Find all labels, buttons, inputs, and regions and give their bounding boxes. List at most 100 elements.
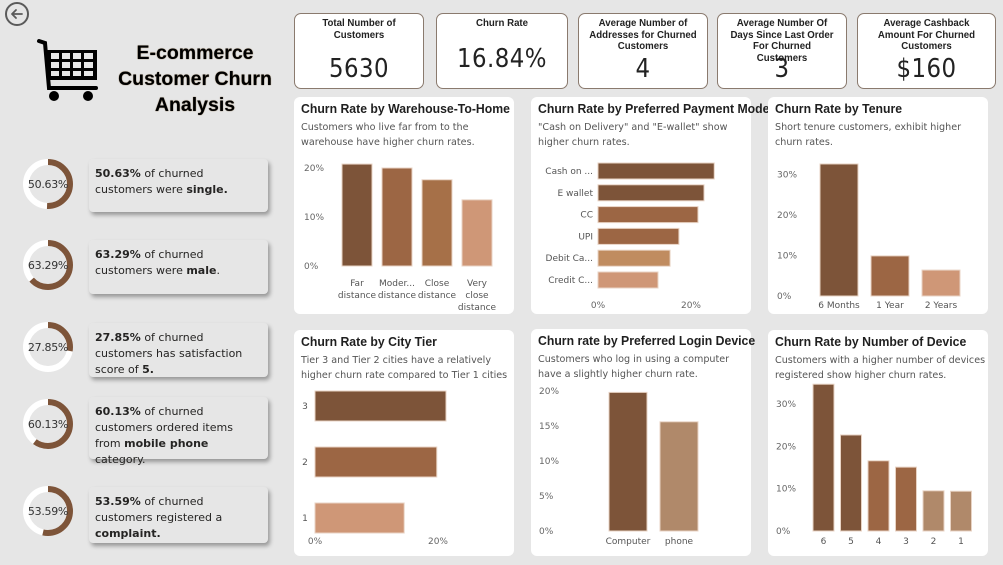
bar[interactable] — [421, 179, 453, 267]
kpi-value: 3 — [774, 54, 790, 84]
y-tick-label: 20% — [776, 442, 796, 452]
panel-citytier: Churn Rate by City Tier Tier 3 and Tier … — [294, 330, 514, 556]
bar[interactable] — [314, 502, 405, 534]
bar[interactable] — [314, 446, 438, 478]
x-category-label: 1 Year — [876, 301, 904, 311]
bar[interactable] — [922, 490, 945, 532]
kpi-label: Total Number of Customers — [322, 17, 396, 41]
x-category-label: phone — [665, 537, 694, 547]
bar[interactable] — [597, 249, 671, 267]
y-tick-label: 0% — [539, 527, 554, 537]
y-tick-label: 20% — [304, 164, 324, 174]
bar[interactable] — [597, 227, 680, 245]
bar[interactable] — [819, 163, 859, 297]
login-chart: 0% 5% 10% 15% 20% Computer phone — [539, 387, 699, 547]
donut-percent-label: 27.85% — [27, 340, 69, 354]
fact-card: 60.13% of churned customers ordered item… — [89, 397, 268, 466]
y-tick-label: 15% — [539, 422, 559, 432]
bar[interactable] — [812, 383, 835, 532]
y-category-label: Debit Ca... — [546, 254, 593, 264]
x-category-label: distance — [458, 303, 497, 313]
bar[interactable] — [314, 390, 447, 422]
fact-card: 50.63% of churned customers were single. — [89, 159, 268, 212]
bar[interactable] — [840, 434, 862, 532]
fact-highlight: complaint. — [95, 527, 161, 540]
devices-chart: 0% 10% 20% 30% 6 5 4 3 2 1 — [776, 383, 972, 547]
donut-chart: 63.29% — [21, 238, 75, 292]
title-line: E-commerce — [136, 42, 254, 64]
fact-percent: 53.59% — [95, 495, 141, 508]
bar[interactable] — [895, 466, 917, 532]
y-category-label: Credit C... — [548, 276, 593, 286]
panel-login: Churn rate by Preferred Login Device Cus… — [531, 329, 755, 556]
bar[interactable] — [597, 206, 699, 224]
donut-percent-label: 53.59% — [27, 504, 69, 518]
y-category-label: 3 — [302, 402, 308, 412]
x-category-label: 4 — [876, 537, 882, 547]
y-tick-label: 30% — [776, 400, 796, 410]
x-category-label: Moder... — [379, 279, 415, 289]
x-tick-label: 20% — [681, 301, 701, 311]
panel-tenure: Churn Rate by Tenure Short tenure custom… — [768, 97, 988, 314]
donut-chart: 60.13% — [21, 397, 75, 451]
y-tick-label: 10% — [539, 457, 559, 467]
fact-card: 27.85% of churned customers has satisfac… — [89, 323, 268, 377]
fact-percent: 60.13% — [95, 405, 141, 418]
fact-text-end: . — [216, 264, 220, 277]
warehouse-chart: 0%10%20%FardistanceModer...distanceClose… — [304, 163, 497, 313]
donut-percent-label: 60.13% — [27, 417, 69, 431]
fact-percent: 50.63% — [95, 167, 141, 180]
y-category-label: Cash on ... — [545, 167, 593, 177]
y-tick-label: 30% — [777, 171, 797, 181]
bar[interactable] — [608, 391, 648, 532]
bar[interactable] — [597, 162, 715, 180]
back-arrow-icon — [11, 9, 23, 19]
x-category-label: 2 — [931, 537, 937, 547]
kpi-card-churn-rate: Churn Rate 16.84% — [436, 13, 568, 89]
fact-highlight: 5. — [142, 363, 154, 376]
x-category-label: Close — [425, 279, 450, 289]
bar[interactable] — [921, 269, 961, 297]
kpi-card-avg-cashback: Average Cashback Amount For Churned Cust… — [857, 13, 996, 89]
fact-highlight: single. — [186, 183, 228, 196]
back-button[interactable] — [5, 2, 29, 26]
payment-chart: 0% 20% Cash on ... E wallet CC UPI Debit Ca...… — [545, 162, 715, 311]
x-category-label: 2 Years — [925, 301, 958, 311]
y-tick-label: 0% — [777, 292, 792, 302]
bar[interactable] — [381, 167, 413, 267]
fact-text-end: category. — [95, 453, 146, 466]
panel-payment: Churn Rate by Preferred Payment Mode "Ca… — [531, 97, 769, 314]
x-category-label: 3 — [903, 537, 909, 547]
bar[interactable] — [867, 460, 890, 532]
y-tick-label: 10% — [304, 213, 324, 223]
x-tick-label: 0% — [308, 537, 323, 547]
bar[interactable] — [950, 490, 972, 532]
kpi-label: Churn Rate — [475, 17, 529, 29]
y-category-label: E wallet — [558, 189, 594, 199]
y-category-label: 2 — [302, 458, 308, 468]
donut-percent-label: 63.29% — [27, 258, 69, 272]
y-tick-label: 10% — [777, 252, 797, 262]
shopping-cart-icon — [36, 38, 100, 104]
bar[interactable] — [659, 421, 699, 532]
kpi-value: $160 — [896, 54, 957, 84]
title-line: Customer Churn — [118, 68, 272, 90]
y-tick-label: 10% — [776, 485, 796, 495]
kpi-card-total-customers: Total Number of Customers 5630 — [294, 13, 424, 89]
y-tick-label: 0% — [304, 262, 319, 272]
kpi-card-avg-addresses: Average Number of Addresses for Churned … — [578, 13, 708, 89]
bar[interactable] — [597, 271, 659, 289]
bar[interactable] — [870, 255, 910, 297]
kpi-label: Average Number of Addresses for Churned … — [589, 17, 697, 52]
x-category-label: Far — [350, 279, 364, 289]
x-category-label: 5 — [848, 537, 854, 547]
x-category-label: Computer — [606, 537, 651, 547]
bar[interactable] — [341, 163, 373, 267]
bar[interactable] — [597, 184, 705, 202]
y-tick-label: 20% — [777, 211, 797, 221]
kpi-value: 16.84% — [457, 44, 547, 74]
y-tick-label: 20% — [539, 387, 559, 397]
bar[interactable] — [461, 199, 493, 267]
kpi-label: Average Cashback Amount For Churned Cust… — [877, 17, 976, 52]
x-category-label: distance — [338, 291, 377, 301]
